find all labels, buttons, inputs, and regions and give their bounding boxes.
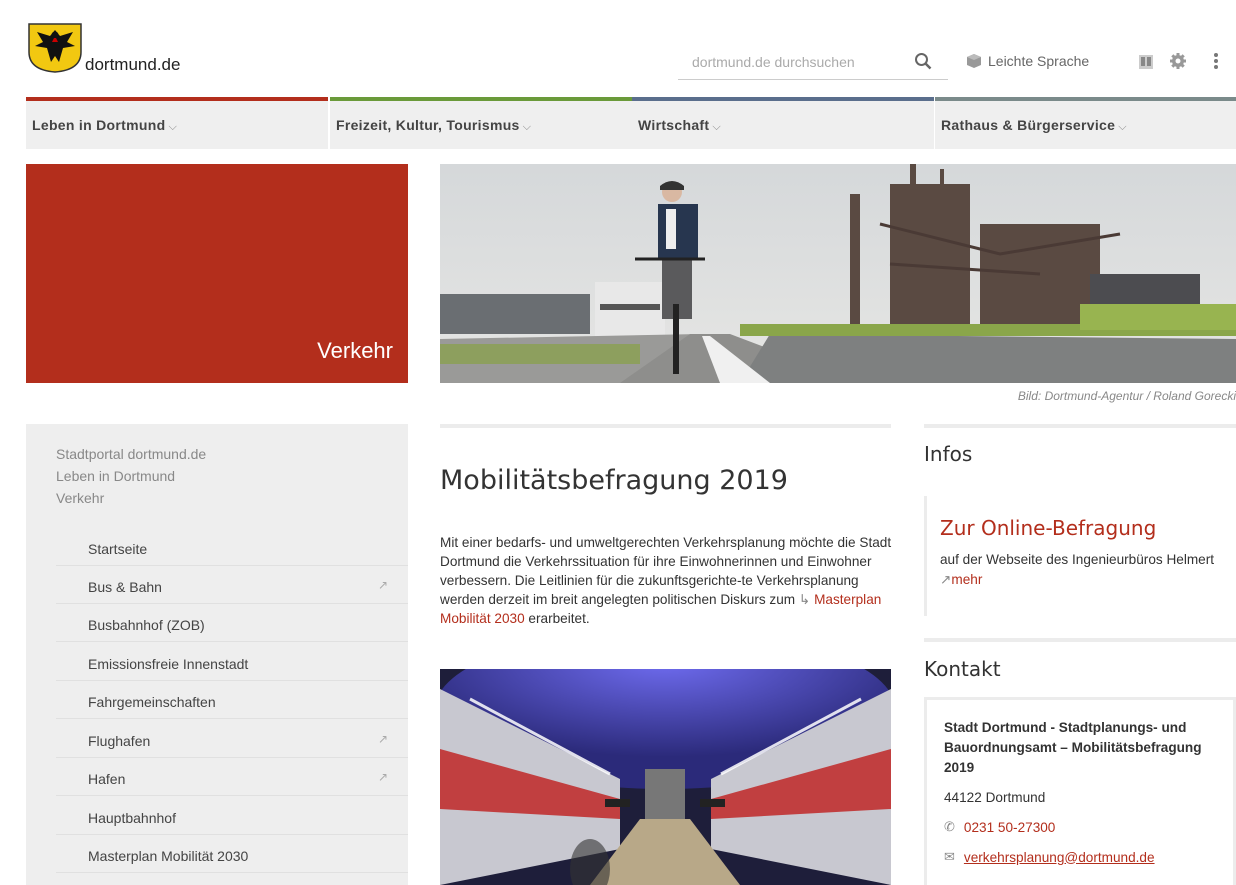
subway-station-image (440, 669, 891, 885)
breadcrumb-verkehr[interactable]: Verkehr (56, 490, 104, 506)
infos-divider (924, 424, 1236, 428)
nav-wirtschaft[interactable]: Wirtschaft ⌵ (632, 97, 934, 149)
more-options-icon[interactable] (1212, 52, 1220, 70)
phone-number: 0231 50-27300 (963, 819, 1056, 835)
nav-label: Leben in Dortmund (32, 117, 166, 133)
sidebar-item-label: Fahrgemeinschaften (88, 694, 216, 710)
infos-desc-text: auf der Webseite des Ingenieurbüros Helm… (940, 552, 1215, 567)
sidebar-item-startseite[interactable]: Startseite (56, 528, 408, 566)
main-divider (440, 424, 891, 428)
sidebar-item-fahrgemeinschaften[interactable]: Fahrgemeinschaften (56, 681, 408, 719)
search-input[interactable] (678, 49, 912, 75)
infos-heading: Infos (924, 442, 973, 466)
external-link-icon: ↗ (377, 578, 388, 592)
section-title: Verkehr (317, 338, 393, 363)
city-coat-of-arms-logo[interactable] (27, 22, 85, 74)
sidebar-item-label: Masterplan Mobilität 2030 (88, 848, 249, 864)
breadcrumb-portal[interactable]: Stadtportal dortmund.de (56, 446, 206, 462)
sidebar-item-label: Busbahnhof (ZOB) (88, 617, 205, 633)
contact-phone[interactable]: ✆ 0231 50-27300 (944, 819, 1233, 835)
nav-leben-in-dortmund[interactable]: Leben in Dortmund ⌵ (26, 97, 328, 149)
hero-image-cyclist (440, 164, 1236, 383)
nav-label: Wirtschaft (638, 117, 710, 133)
sidebar-item-label: Bus & Bahn (88, 579, 162, 595)
chevron-down-icon: ⌵ (1118, 121, 1127, 133)
sign-language-icon[interactable] (1137, 53, 1155, 71)
intro-text-end: erarbeitet. (528, 611, 590, 626)
email-address: verkehrsplanung@dortmund.de (963, 849, 1155, 865)
sidebar-item-emissionsfreie-innenstadt[interactable]: Emissionsfreie Innenstadt (56, 643, 408, 681)
nav-color-bar (26, 97, 328, 101)
mail-icon: ✉ (944, 849, 955, 864)
phone-icon: ✆ (944, 819, 955, 834)
nav-color-bar (330, 97, 632, 101)
contact-email[interactable]: ✉ verkehrsplanung@dortmund.de (944, 849, 1233, 865)
sidebar-item-flughafen[interactable]: Flughafen ↗ (56, 720, 408, 758)
contact-divider (924, 638, 1236, 642)
easy-language-icon (967, 54, 981, 68)
link-arrow-icon: ↳ (798, 592, 811, 607)
site-name[interactable]: dortmund.de (85, 55, 180, 75)
intro-paragraph: Mit einer bedarfs- und umweltgerechten V… (440, 533, 895, 628)
search-box (678, 49, 948, 80)
image-credit: Bild: Dortmund-Agentur / Roland Gorecki (1017, 389, 1236, 403)
nav-color-bar (632, 97, 934, 101)
chevron-down-icon: ⌵ (712, 121, 721, 133)
nav-label: Rathaus & Bürgerservice (941, 117, 1116, 133)
sidebar-item-label: Flughafen (88, 733, 151, 749)
sidebar-item-busbahnhof[interactable]: Busbahnhof (ZOB) (56, 604, 408, 642)
gear-icon[interactable] (1169, 52, 1187, 70)
external-link-icon: ↗ (377, 732, 388, 746)
nav-rathaus-buergerservice[interactable]: Rathaus & Bürgerservice ⌵ (935, 97, 1236, 149)
easy-language-link[interactable]: Leichte Sprache (966, 53, 1089, 69)
sidebar-item-hafen[interactable]: Hafen ↗ (56, 758, 408, 796)
nav-freizeit-kultur-tourismus[interactable]: Freizeit, Kultur, Tourismus ⌵ (330, 97, 632, 149)
sidebar-item-masterplan[interactable]: Masterplan Mobilität 2030 (56, 835, 408, 873)
contact-heading: Kontakt (924, 657, 1001, 681)
contact-name: Stadt Dortmund - Stadtplanungs- und Bauo… (944, 720, 1202, 775)
contact-city: 44122 Dortmund (944, 790, 1046, 805)
sidebar-item-bus-bahn[interactable]: Bus & Bahn ↗ (56, 566, 408, 604)
sidebar-item-label: Hafen (88, 771, 126, 787)
page-title: Mobilitätsbefragung 2019 (440, 465, 788, 496)
easy-language-label: Leichte Sprache (988, 53, 1090, 69)
sidebar-item-hauptbahnhof[interactable]: Hauptbahnhof (56, 797, 408, 835)
contact-box: Stadt Dortmund - Stadtplanungs- und Bauo… (924, 697, 1236, 885)
more-link[interactable]: mehr (951, 572, 982, 587)
chevron-down-icon: ⌵ (522, 121, 532, 133)
breadcrumb-leben[interactable]: Leben in Dortmund (56, 468, 175, 484)
sidebar-item-label: Hauptbahnhof (88, 810, 176, 826)
sidebar-item-label: Startseite (88, 541, 148, 557)
chevron-down-icon: ⌵ (168, 121, 178, 133)
external-link-icon: ↗ (377, 770, 388, 784)
sidebar: Stadtportal dortmund.de Leben in Dortmun… (26, 424, 408, 885)
external-link-icon: ↗ (940, 572, 952, 587)
infos-description: auf der Webseite des Ingenieurbüros Helm… (940, 550, 1236, 590)
infos-box: Zur Online-Befragung auf der Webseite de… (924, 496, 1236, 616)
search-icon[interactable] (914, 52, 932, 70)
nav-label: Freizeit, Kultur, Tourismus (336, 117, 520, 133)
nav-color-bar (935, 97, 1236, 101)
sidebar-item-label: Emissionsfreie Innenstadt (88, 656, 249, 672)
section-banner: Verkehr (26, 164, 408, 383)
online-survey-link[interactable]: Zur Online-Befragung (940, 516, 1236, 540)
